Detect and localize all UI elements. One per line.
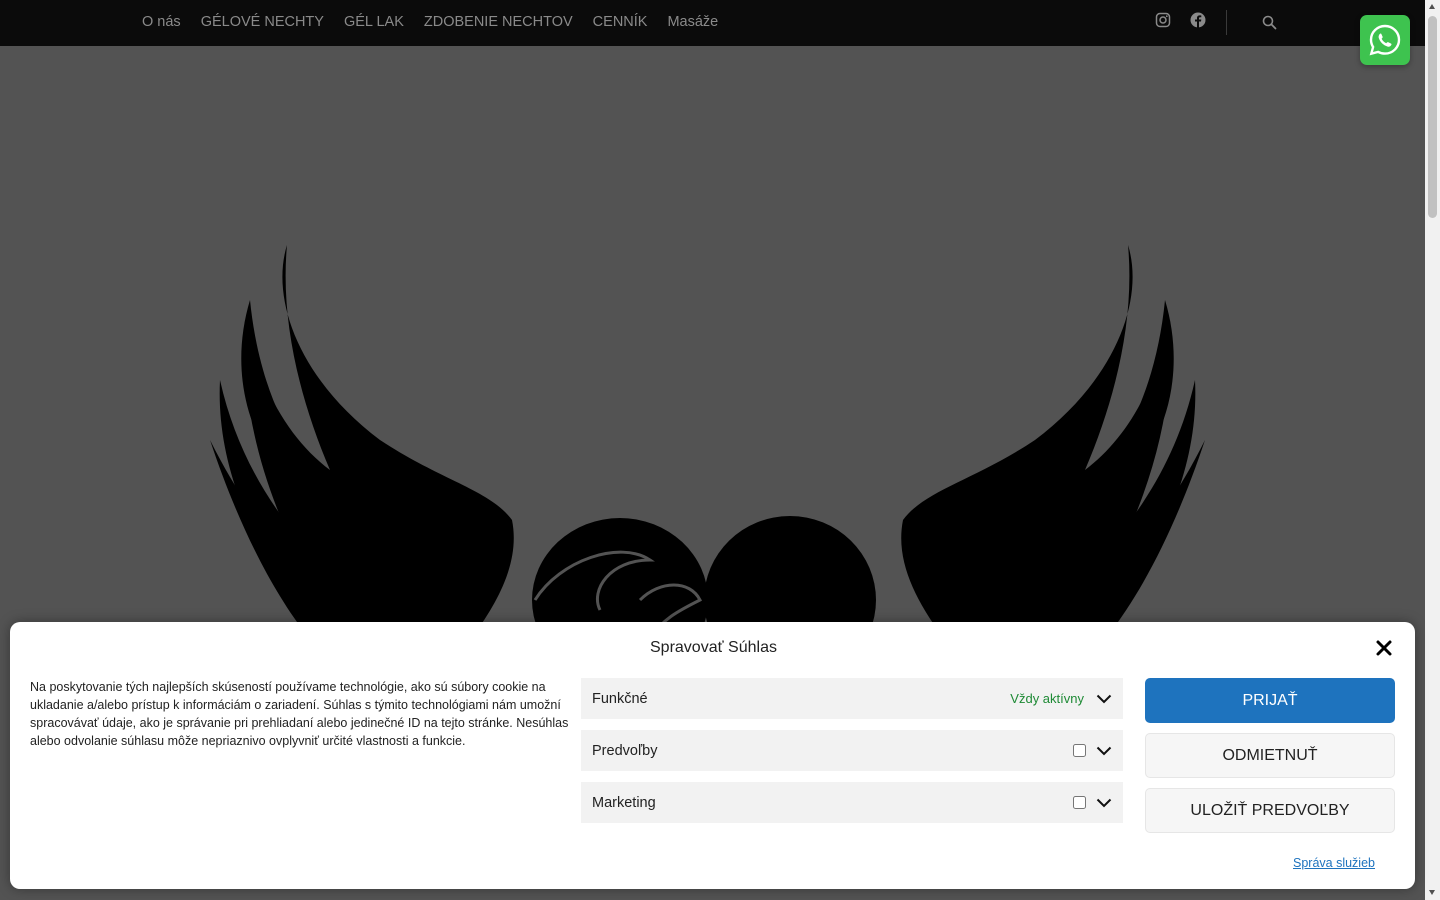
whatsapp-button[interactable]: [1360, 15, 1410, 65]
save-preferences-button[interactable]: ULOŽIŤ PREDVOĽBY: [1145, 788, 1395, 833]
nav-item-masaze[interactable]: Masáže: [667, 14, 718, 30]
deny-button[interactable]: ODMIETNUŤ: [1145, 733, 1395, 778]
always-active-badge: Vždy aktívny: [1010, 691, 1084, 706]
close-icon[interactable]: [1375, 639, 1393, 657]
chevron-down-icon[interactable]: [1096, 694, 1112, 704]
header-divider: [1226, 10, 1227, 35]
nav-item-cennik[interactable]: CENNÍK: [593, 14, 648, 30]
chevron-down-icon[interactable]: [1096, 798, 1112, 808]
nav-item-zdobenie-nechtov[interactable]: ZDOBENIE NECHTOV: [424, 14, 573, 30]
consent-title: Spravovať Súhlas: [650, 639, 777, 656]
category-label: Marketing: [592, 794, 656, 811]
preferences-checkbox[interactable]: [1073, 744, 1086, 757]
category-label: Predvoľby: [592, 742, 658, 759]
nav-item-gel-lak[interactable]: GÉL LAK: [344, 14, 404, 30]
marketing-checkbox[interactable]: [1073, 796, 1086, 809]
scroll-down-arrow[interactable]: [1429, 890, 1435, 895]
scroll-up-arrow[interactable]: [1429, 4, 1435, 9]
category-functional[interactable]: Funkčné Vždy aktívny: [581, 678, 1123, 719]
consent-description: Na poskytovanie tých najlepších skúsenos…: [30, 680, 569, 748]
facebook-icon[interactable]: [1190, 12, 1206, 28]
scrollbar-thumb[interactable]: [1428, 16, 1437, 218]
category-marketing[interactable]: Marketing: [581, 782, 1123, 823]
main-menu: O nás GÉLOVÉ NECHTY GÉL LAK ZDOBENIE NEC…: [142, 0, 718, 44]
chevron-down-icon[interactable]: [1096, 746, 1112, 756]
manage-services-link[interactable]: Správa služieb: [1293, 856, 1375, 870]
nav-item-gelove-nechty[interactable]: GÉLOVÉ NECHTY: [201, 14, 324, 30]
accept-button[interactable]: PRIJAŤ: [1145, 678, 1395, 723]
category-label: Funkčné: [592, 690, 648, 707]
top-navigation-bar: O nás GÉLOVÉ NECHTY GÉL LAK ZDOBENIE NEC…: [0, 0, 1425, 46]
social-links: [1155, 12, 1206, 28]
cookie-consent-modal: Spravovať Súhlas Na poskytovanie tých na…: [10, 622, 1415, 889]
nav-item-o-nas[interactable]: O nás: [142, 14, 181, 30]
page-scrollbar[interactable]: [1425, 0, 1440, 900]
whatsapp-icon: [1369, 24, 1401, 56]
instagram-icon[interactable]: [1155, 12, 1171, 28]
search-icon[interactable]: [1262, 15, 1277, 30]
category-preferences[interactable]: Predvoľby: [581, 730, 1123, 771]
